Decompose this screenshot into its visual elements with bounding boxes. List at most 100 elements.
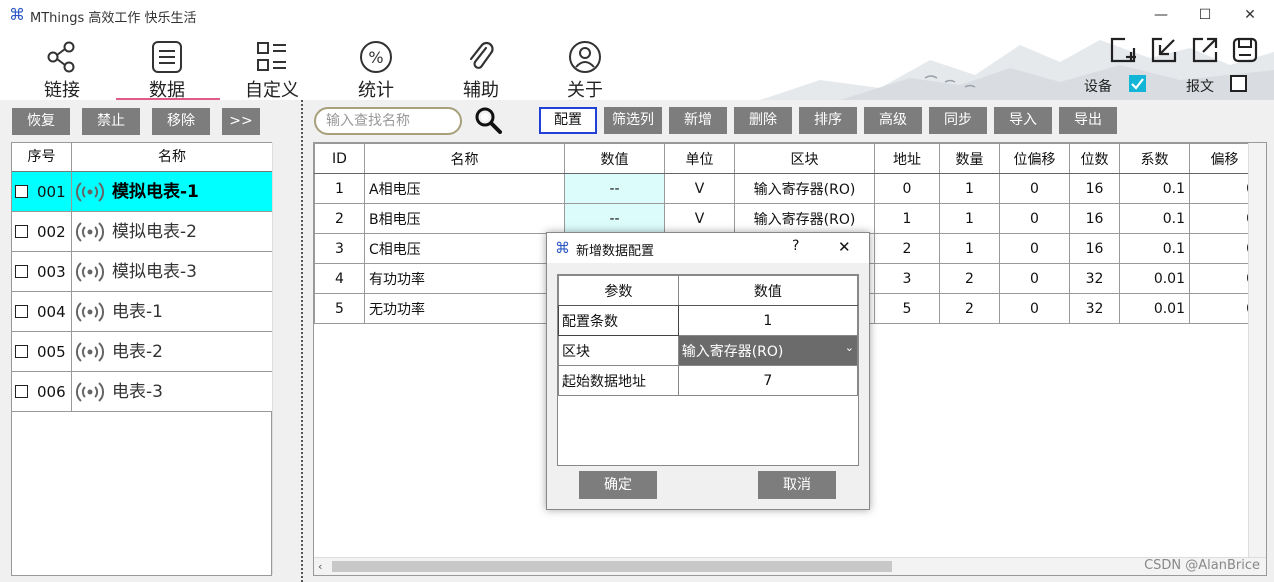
scroll-left-arrow-icon[interactable]: ‹ xyxy=(318,559,328,575)
table-cell: 1 xyxy=(874,203,940,234)
column-header[interactable]: ID xyxy=(314,143,365,174)
minimize-button[interactable]: — xyxy=(1141,4,1181,26)
sort-button[interactable]: 排序 xyxy=(799,107,857,134)
start-address-input[interactable]: 7 xyxy=(677,365,858,396)
row-number: 003 xyxy=(37,263,66,281)
param-header-row: 参数 数值 xyxy=(558,275,858,306)
export-arrow-icon[interactable] xyxy=(1191,36,1219,64)
column-header[interactable]: 数值 xyxy=(564,143,665,174)
nav-about[interactable]: 关于 xyxy=(535,40,635,100)
import-arrow-icon[interactable] xyxy=(1150,36,1178,64)
table-cell: 2 xyxy=(939,263,1000,294)
close-button[interactable]: ✕ xyxy=(1230,4,1270,26)
ok-button[interactable]: 确定 xyxy=(579,471,657,499)
column-header-name[interactable]: 名称 xyxy=(72,143,272,172)
check-icon xyxy=(1131,78,1144,90)
list-item[interactable]: 005 电表-2 xyxy=(12,332,272,372)
remove-button[interactable]: 移除 xyxy=(152,108,210,135)
config-button[interactable]: 配置 xyxy=(539,107,597,134)
column-header-num[interactable]: 序号 xyxy=(12,143,72,172)
nav-assist[interactable]: 辅助 xyxy=(431,40,531,100)
row-checkbox[interactable] xyxy=(15,265,28,278)
table-vertical-scrollbar[interactable] xyxy=(1248,143,1266,557)
sync-button[interactable]: 同步 xyxy=(929,107,987,134)
table-cell: 0 xyxy=(874,173,940,204)
table-horizontal-scrollbar[interactable]: ‹ xyxy=(314,557,1266,575)
add-button[interactable]: 新增 xyxy=(669,107,727,134)
restore-button[interactable]: 恢复 xyxy=(12,108,70,135)
list-item[interactable]: 006 电表-3 xyxy=(12,372,272,412)
filter-columns-button[interactable]: 筛选列 xyxy=(604,107,662,134)
table-cell: B相电压 xyxy=(364,203,565,234)
list-item[interactable]: 002 模拟电表-2 xyxy=(12,212,272,252)
device-name: 模拟电表-1 xyxy=(112,182,199,202)
table-cell: 32 xyxy=(1069,293,1120,324)
share-icon xyxy=(47,41,75,73)
row-checkbox[interactable] xyxy=(15,185,28,198)
value-column-header: 数值 xyxy=(677,275,858,306)
column-header[interactable]: 单位 xyxy=(664,143,735,174)
table-cell: 3 xyxy=(314,233,365,264)
nav-data[interactable]: 数据 xyxy=(117,40,217,100)
param-table: 参数 数值 配置条数 1 区块 输入寄存器(RO) ⌄ 起始数据地址 7 xyxy=(558,275,858,396)
column-header[interactable]: 系数 xyxy=(1119,143,1190,174)
panel-splitter[interactable] xyxy=(301,100,303,582)
search-input[interactable]: 输入查找名称 xyxy=(314,107,462,135)
block-select[interactable]: 输入寄存器(RO) ⌄ xyxy=(677,335,858,366)
param-label: 区块 xyxy=(558,335,679,366)
table-cell: 16 xyxy=(1069,173,1120,204)
list-item[interactable]: 004 电表-1 xyxy=(12,292,272,332)
dialog-close-button[interactable]: ✕ xyxy=(838,238,851,256)
config-count-input[interactable]: 1 xyxy=(677,305,858,336)
table-cell: 0 xyxy=(999,263,1070,294)
chevron-down-icon: ⌄ xyxy=(844,340,854,354)
table-cell: 5 xyxy=(314,293,365,324)
table-row[interactable]: 2B相电压--V输入寄存器(RO)110160.10 xyxy=(314,203,1260,234)
table-cell: 输入寄存器(RO) xyxy=(734,173,875,204)
scrollbar-thumb[interactable] xyxy=(332,561,892,572)
row-checkbox[interactable] xyxy=(15,305,28,318)
nav-custom[interactable]: 自定义 xyxy=(222,40,322,100)
save-icon[interactable] xyxy=(1231,36,1259,64)
user-icon xyxy=(569,41,601,73)
column-header[interactable]: 位偏移 xyxy=(999,143,1070,174)
window-title: MThings 高效工作 快乐生活 xyxy=(30,11,197,26)
export-button[interactable]: 导出 xyxy=(1059,107,1117,134)
help-button[interactable]: ? xyxy=(792,238,799,254)
device-checkbox[interactable] xyxy=(1129,75,1146,92)
device-list-scrollbar[interactable] xyxy=(272,143,273,575)
nav-label: 链接 xyxy=(44,80,80,100)
search-icon[interactable] xyxy=(474,106,502,134)
new-window-icon[interactable] xyxy=(1109,36,1137,64)
row-checkbox[interactable] xyxy=(15,225,28,238)
nav-link[interactable]: 链接 xyxy=(12,40,112,100)
table-row[interactable]: 1A相电压--V输入寄存器(RO)010160.10 xyxy=(314,173,1260,204)
signal-broadcast-icon xyxy=(75,342,105,362)
device-name: 电表-1 xyxy=(112,302,163,322)
row-number: 004 xyxy=(37,303,66,321)
table-cell: 0.1 xyxy=(1119,173,1190,204)
column-header[interactable]: 地址 xyxy=(874,143,940,174)
row-checkbox[interactable] xyxy=(15,345,28,358)
row-checkbox[interactable] xyxy=(15,385,28,398)
column-divider xyxy=(71,252,72,292)
import-button[interactable]: 导入 xyxy=(994,107,1052,134)
list-item[interactable]: 001 模拟电表-1 xyxy=(12,172,272,212)
advanced-button[interactable]: 高级 xyxy=(864,107,922,134)
table-cell: 32 xyxy=(1069,263,1120,294)
column-header[interactable]: 区块 xyxy=(734,143,875,174)
maximize-button[interactable]: ☐ xyxy=(1185,4,1225,26)
column-header[interactable]: 名称 xyxy=(364,143,565,174)
table-cell: 无功功率 xyxy=(364,293,565,324)
nav-stats[interactable]: % 统计 xyxy=(326,40,426,100)
disable-button[interactable]: 禁止 xyxy=(82,108,140,135)
column-header[interactable]: 数量 xyxy=(939,143,1000,174)
expand-button[interactable]: >> xyxy=(222,108,260,135)
packet-checkbox[interactable] xyxy=(1230,75,1247,92)
delete-button[interactable]: 删除 xyxy=(734,107,792,134)
column-header[interactable]: 位数 xyxy=(1069,143,1120,174)
row-number: 001 xyxy=(37,183,66,201)
list-item[interactable]: 003 模拟电表-3 xyxy=(12,252,272,292)
cancel-button[interactable]: 取消 xyxy=(758,471,836,499)
signal-broadcast-icon xyxy=(75,302,105,322)
